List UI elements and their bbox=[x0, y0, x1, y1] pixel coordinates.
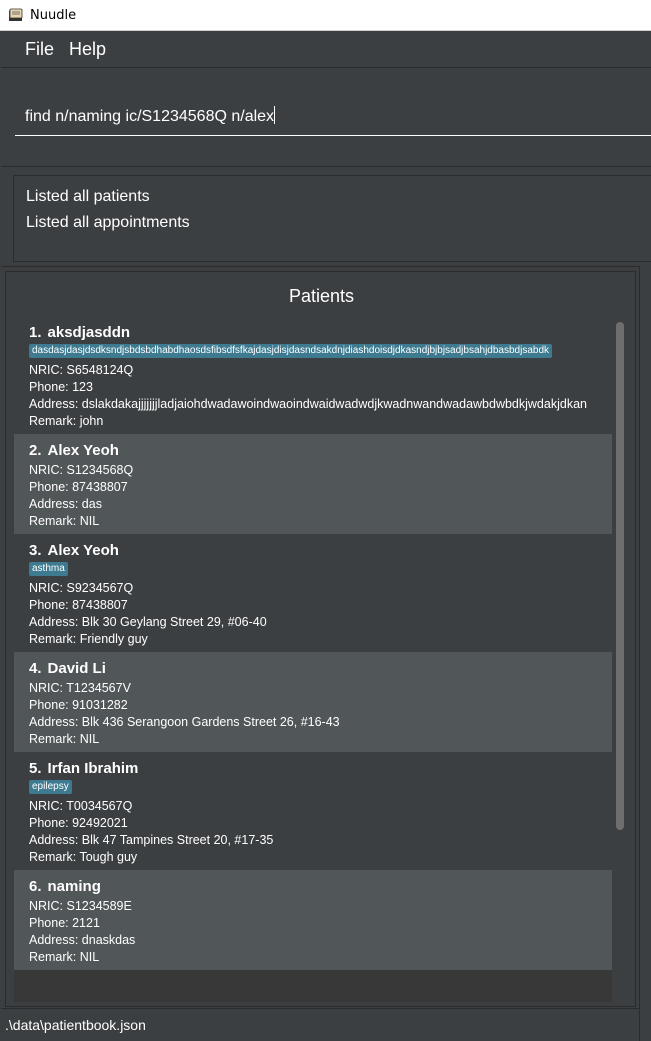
patient-nric: NRIC: T0034567Q bbox=[29, 799, 133, 813]
status-bar-right bbox=[639, 1008, 651, 1041]
text-caret bbox=[274, 106, 276, 124]
patient-nric: NRIC: S9234567Q bbox=[29, 581, 134, 595]
patient-list-title: Patients bbox=[288, 286, 355, 306]
patient-address: Address: dnaskdas bbox=[29, 933, 136, 947]
scrollbar-thumb[interactable] bbox=[616, 322, 624, 830]
patient-remark: Remark: Tough guy bbox=[29, 850, 138, 864]
patient-card-header: 5. Irfan Ibrahim bbox=[29, 758, 597, 780]
patient-card-header: 1. aksdjasddn bbox=[29, 322, 597, 344]
patient-name: naming bbox=[47, 878, 101, 895]
patient-name: Irfan Ibrahim bbox=[47, 760, 139, 777]
app-book-icon bbox=[9, 8, 23, 21]
patient-list-scrollbar[interactable] bbox=[614, 318, 626, 1004]
patient-index: 3. bbox=[29, 542, 42, 559]
patient-card[interactable]: 6. naming NRIC: S1234589E Phone: 2121 Addres… bbox=[14, 870, 612, 970]
patient-tag: asthma bbox=[29, 562, 68, 576]
patient-tag: epilepsy bbox=[29, 780, 72, 794]
patient-address: Address: Blk 47 Tampines Street 20, #17-… bbox=[29, 833, 274, 847]
menu-help[interactable]: Help bbox=[69, 39, 106, 60]
patient-nric: NRIC: S1234568Q bbox=[29, 463, 134, 477]
patient-index: 4. bbox=[29, 660, 42, 677]
patient-card[interactable]: 2. Alex Yeoh NRIC: S1234568Q Phone: 8743880… bbox=[14, 434, 612, 534]
patient-address: Address: Blk 30 Geylang Street 29, #06-4… bbox=[29, 615, 267, 629]
patient-address: Address: dslakdakajjjjjjjladjaiohdwadawo… bbox=[29, 397, 587, 411]
patient-card[interactable]: 5. Irfan Ibrahim epilepsy NRIC: T0034567Q Ph… bbox=[14, 752, 612, 870]
patient-card-header: 2. Alex Yeoh bbox=[29, 440, 597, 462]
patient-card-header: 4. David Li bbox=[29, 658, 597, 680]
patient-remark: Remark: NIL bbox=[29, 732, 100, 746]
patient-card[interactable]: 1. aksdjasddn dasdasjdasjdsdksndjsbdsbdhab… bbox=[14, 316, 612, 434]
patient-remark: Remark: NIL bbox=[29, 514, 100, 528]
patient-nric: NRIC: T1234567V bbox=[29, 681, 131, 695]
patient-remark: Remark: Friendly guy bbox=[29, 632, 148, 646]
command-box-pane: find n/naming ic/S1234568Q n/alex bbox=[1, 67, 651, 165]
result-display: Listed all patients Listed all appointme… bbox=[13, 175, 651, 262]
patient-name: Alex Yeoh bbox=[47, 542, 119, 559]
result-line: Listed all appointments bbox=[26, 214, 190, 231]
patient-index: 5. bbox=[29, 760, 42, 777]
title-bar: Nuudle bbox=[0, 0, 651, 31]
patient-card-header: 6. naming bbox=[29, 876, 597, 898]
patient-name: Alex Yeoh bbox=[47, 442, 119, 459]
patient-tags: epilepsy bbox=[29, 780, 597, 798]
patient-name: aksdjasddn bbox=[47, 324, 131, 341]
patient-list-panel: Patients 1. aksdjasddn dasdasjdasjdsdksndj… bbox=[5, 271, 636, 1007]
command-input[interactable]: find n/naming ic/S1234568Q n/alex bbox=[15, 98, 651, 136]
patient-tags: dasdasjdasjdsdksndjsbdsbdhabdhaosdsfibsd… bbox=[29, 344, 597, 362]
patient-name: David Li bbox=[47, 660, 106, 677]
patient-tag: dasdasjdasjdsdksndjsbdsbdhabdhaosdsfibsd… bbox=[29, 344, 553, 358]
status-bar: .\data\patientbook.json bbox=[1, 1008, 639, 1041]
patient-remark: Remark: john bbox=[29, 414, 104, 428]
patient-address: Address: das bbox=[29, 497, 102, 511]
patient-list[interactable]: 1. aksdjasddn dasdasjdasjdsdksndjsbdsbdhab… bbox=[14, 316, 612, 1002]
patient-nric: NRIC: S1234589E bbox=[29, 899, 132, 913]
result-line: Listed all patients bbox=[26, 188, 150, 205]
patient-phone: Phone: 91031282 bbox=[29, 698, 128, 712]
patient-index: 2. bbox=[29, 442, 42, 459]
window-title: Nuudle bbox=[30, 8, 77, 23]
patient-list-pane: Patients 1. aksdjasddn dasdasjdasjdsdksndj… bbox=[1, 266, 651, 1008]
patient-tags: asthma bbox=[29, 562, 597, 580]
patient-phone: Phone: 92492021 bbox=[29, 816, 128, 830]
patient-card[interactable]: 3. Alex Yeoh asthma NRIC: S9234567Q Phone: 8… bbox=[14, 534, 612, 652]
command-text: find n/naming ic/S1234568Q n/alex bbox=[25, 108, 275, 125]
right-divider bbox=[639, 266, 651, 1008]
patient-address: Address: Blk 436 Serangoon Gardens Stree… bbox=[29, 715, 340, 729]
patient-phone: Phone: 87438807 bbox=[29, 480, 128, 494]
result-display-pane: Listed all patients Listed all appointme… bbox=[1, 166, 651, 266]
patient-card[interactable]: 4. David Li NRIC: T1234567V Phone: 91031282… bbox=[14, 652, 612, 752]
patient-remark: Remark: NIL bbox=[29, 950, 100, 964]
patient-phone: Phone: 123 bbox=[29, 380, 93, 394]
patient-card-header: 3. Alex Yeoh bbox=[29, 540, 597, 562]
save-location: .\data\patientbook.json bbox=[5, 1017, 146, 1033]
menu-file[interactable]: File bbox=[25, 39, 54, 60]
menu-bar: File Help bbox=[0, 31, 651, 67]
patient-nric: NRIC: S6548124Q bbox=[29, 363, 134, 377]
patient-index: 6. bbox=[29, 878, 42, 895]
patient-phone: Phone: 2121 bbox=[29, 916, 100, 930]
patient-index: 1. bbox=[29, 324, 42, 341]
patient-phone: Phone: 87438807 bbox=[29, 598, 128, 612]
